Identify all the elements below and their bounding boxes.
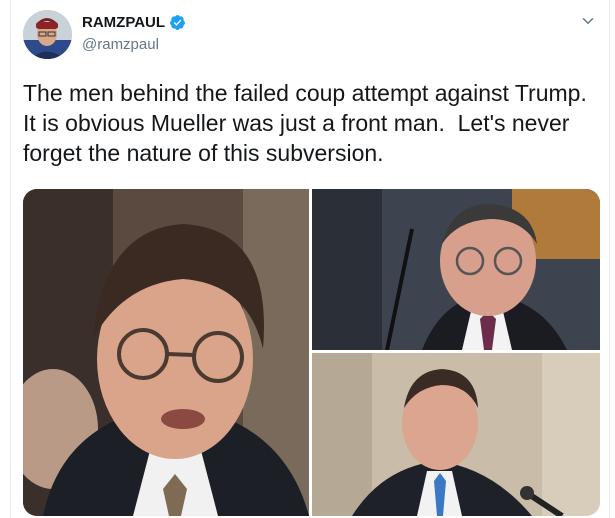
avatar-image xyxy=(23,10,72,59)
display-name[interactable]: RAMZPAUL xyxy=(82,14,165,31)
tweet-text: The men behind the failed coup attempt a… xyxy=(23,80,587,166)
photo-man-glasses-image xyxy=(23,189,309,516)
photo-2[interactable] xyxy=(312,189,600,350)
author-handle[interactable]: @ramzpaul xyxy=(82,36,159,53)
verified-badge-icon xyxy=(170,15,185,30)
author-name-row[interactable]: RAMZPAUL xyxy=(82,14,186,31)
photo-1[interactable] xyxy=(23,189,309,516)
avatar[interactable] xyxy=(23,10,72,59)
photo-3[interactable] xyxy=(312,353,600,516)
photo-man-suit-image xyxy=(312,353,600,516)
media-grid[interactable] xyxy=(23,189,600,516)
tweet-card[interactable]: RAMZPAUL @ramzpaul The men behind the fa… xyxy=(10,0,610,518)
chevron-down-icon[interactable] xyxy=(579,12,597,30)
photo-older-man-image xyxy=(312,189,600,350)
